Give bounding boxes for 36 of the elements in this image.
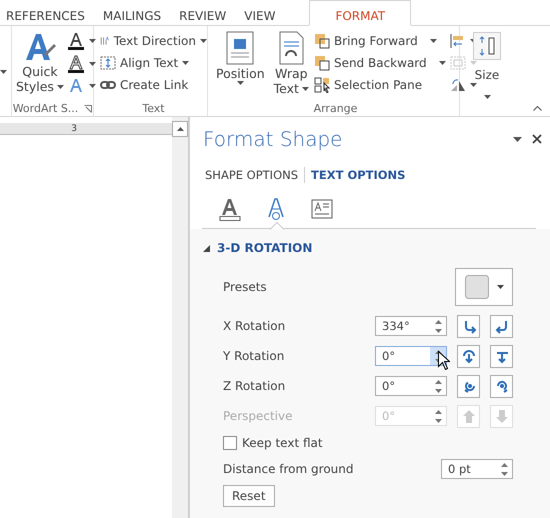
field-label: Perspective <box>223 409 294 423</box>
spin-field[interactable]: 0° <box>375 376 447 396</box>
checkbox-label[interactable]: Keep text flat <box>242 436 323 450</box>
spin-field[interactable]: 0 pt <box>441 459 513 479</box>
ribbon-tab[interactable]: REFERENCES <box>6 0 85 26</box>
ribbon-tab[interactable]: FORMAT <box>309 0 412 26</box>
ribbon-tab[interactable]: MAILINGS <box>102 0 162 26</box>
group-label: Text <box>142 102 165 115</box>
ribbon-command[interactable]: Selection Pane <box>314 74 430 96</box>
ribbon-tab[interactable]: REVIEW <box>179 0 226 26</box>
field-label: Z Rotation <box>223 379 286 393</box>
quick-styles-label[interactable]: Styles <box>16 79 54 94</box>
ribbon-command[interactable]: Bring Forward <box>314 30 437 52</box>
position-label: Position <box>216 66 265 81</box>
section-title[interactable]: 3-D ROTATION <box>217 241 312 255</box>
group-label: Arrange <box>314 102 358 115</box>
field-label: Distance from ground <box>223 462 354 476</box>
wrap-text-label: Text <box>274 81 299 96</box>
ruler-mark: 3 <box>71 124 77 134</box>
quick-styles-label[interactable]: Quick <box>22 64 58 79</box>
ribbon-command[interactable]: Text Direction <box>100 30 207 52</box>
options-tab[interactable]: TEXT OPTIONS <box>311 168 406 182</box>
reset-button[interactable]: Reset <box>223 485 275 507</box>
group-label: WordArt S... <box>12 102 78 115</box>
ribbon-command[interactable]: Align Text <box>100 52 207 74</box>
ribbon-command[interactable]: Create Link <box>100 74 207 96</box>
size-label[interactable]: Size <box>474 68 500 82</box>
wrap-text-label: Wrap <box>275 66 308 81</box>
options-tab[interactable]: SHAPE OPTIONS <box>205 168 298 182</box>
field-label: Y Rotation <box>223 349 286 363</box>
pane-title: Format Shape <box>203 127 344 151</box>
field-label: X Rotation <box>223 319 286 333</box>
ribbon-command[interactable]: Send Backward <box>314 52 446 74</box>
spin-field[interactable]: 334° <box>375 316 447 336</box>
field-label: Presets <box>223 280 268 294</box>
ribbon-tab[interactable]: VIEW <box>244 0 276 26</box>
